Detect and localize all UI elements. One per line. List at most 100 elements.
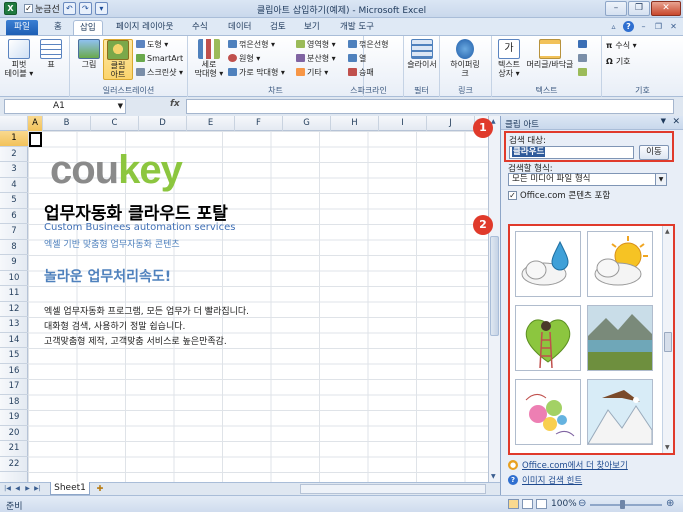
close-button[interactable]: ✕: [651, 1, 681, 16]
search-hint-link[interactable]: ? 이미지 검색 힌트: [508, 474, 582, 486]
zoom-in-icon[interactable]: ⊕: [666, 498, 674, 509]
clipart-cloud-sun[interactable]: [587, 231, 653, 297]
row-header[interactable]: 12: [0, 302, 28, 317]
row-header[interactable]: 20: [0, 426, 28, 441]
tab-review[interactable]: 검토: [264, 20, 292, 35]
header-footer-button[interactable]: 머리글/바닥글: [524, 39, 576, 69]
name-box-dropdown-icon[interactable]: ▼: [118, 100, 123, 113]
tab-insert[interactable]: 삽입: [73, 20, 103, 35]
pie-chart-button[interactable]: 원형 ▾: [228, 53, 260, 64]
picture-button[interactable]: 그림: [74, 39, 104, 69]
workbook-close-icon[interactable]: ✕: [668, 21, 679, 32]
sparkline-winloss-button[interactable]: 승패: [348, 67, 374, 78]
column-header[interactable]: C: [91, 116, 139, 131]
row-header[interactable]: 17: [0, 379, 28, 395]
object-button[interactable]: [578, 67, 589, 78]
other-chart-button[interactable]: 기타 ▾: [296, 67, 328, 78]
scatter-chart-button[interactable]: 분산형 ▾: [296, 53, 336, 64]
formula-input[interactable]: [186, 99, 674, 114]
hyperlink-button[interactable]: 하이퍼링크: [450, 39, 480, 78]
task-pane-options-icon[interactable]: ▼: [661, 117, 666, 125]
row-header[interactable]: 3: [0, 162, 28, 178]
scroll-thumb[interactable]: [664, 332, 672, 352]
last-sheet-icon[interactable]: ▶|: [33, 484, 42, 494]
column-header[interactable]: J: [427, 116, 475, 131]
workbook-minimize-icon[interactable]: –: [638, 21, 649, 32]
office-more-link[interactable]: ● Office.com에서 더 찾아보기: [508, 459, 628, 471]
select-all-corner[interactable]: [0, 116, 28, 131]
sheet-tab[interactable]: Sheet1: [50, 482, 90, 495]
row-header[interactable]: 6: [0, 209, 28, 224]
row-header[interactable]: 18: [0, 395, 28, 410]
zoom-slider-thumb[interactable]: [620, 500, 625, 509]
slicer-button[interactable]: 슬라이서: [407, 39, 437, 69]
include-office-checkbox[interactable]: ✓: [508, 190, 517, 200]
sparkline-column-button[interactable]: 열: [348, 53, 366, 64]
row-header[interactable]: 22: [0, 457, 28, 472]
row-header[interactable]: 10: [0, 271, 28, 286]
name-box[interactable]: A1 ▼: [4, 99, 126, 114]
tab-view[interactable]: 보기: [298, 20, 326, 35]
page-break-view-icon[interactable]: [536, 499, 547, 509]
minimize-button[interactable]: –: [605, 1, 627, 16]
scroll-down-icon[interactable]: ▼: [491, 473, 496, 480]
symbol-button[interactable]: Ω 기호: [606, 56, 631, 67]
column-header[interactable]: A: [28, 116, 43, 131]
row-header[interactable]: 14: [0, 333, 28, 348]
search-input[interactable]: 클라우드: [509, 146, 634, 159]
equation-button[interactable]: π 수식 ▾: [606, 40, 637, 51]
active-cell[interactable]: [29, 132, 42, 147]
bar-chart-button[interactable]: 가로 막대형 ▾: [228, 67, 285, 78]
signature-line-button[interactable]: [578, 53, 589, 64]
clipart-landscape-photo[interactable]: [587, 305, 653, 371]
ribbon-minimize-icon[interactable]: ▵: [608, 21, 619, 32]
insert-sheet-icon[interactable]: ✚: [93, 484, 107, 494]
row-header[interactable]: 5: [0, 193, 28, 209]
row-header[interactable]: 21: [0, 441, 28, 457]
page-layout-view-icon[interactable]: [522, 499, 533, 509]
row-header[interactable]: 4: [0, 178, 28, 193]
zoom-slider[interactable]: [590, 504, 662, 506]
tab-data[interactable]: 데이터: [222, 20, 257, 35]
task-pane-close-icon[interactable]: ✕: [672, 117, 680, 127]
result-type-select[interactable]: 모든 미디어 파일 형식 ▼: [508, 173, 667, 186]
horizontal-scrollbar[interactable]: [300, 484, 486, 494]
row-header[interactable]: 19: [0, 410, 28, 426]
column-header[interactable]: E: [187, 116, 235, 131]
vertical-scrollbar[interactable]: ▲ ▼: [488, 116, 500, 482]
tab-page-layout[interactable]: 페이지 레이아웃: [110, 20, 179, 35]
line-chart-button[interactable]: 꺾은선형 ▾: [228, 39, 275, 50]
row-header[interactable]: 13: [0, 317, 28, 333]
insert-function-button[interactable]: fx: [170, 99, 180, 109]
workbook-restore-icon[interactable]: ❐: [653, 21, 664, 32]
pivot-table-button[interactable]: 피벗 테이블 ▾: [4, 39, 34, 78]
scroll-up-icon[interactable]: ▲: [665, 228, 670, 235]
first-sheet-icon[interactable]: |◀: [3, 484, 12, 494]
zoom-level[interactable]: 100%: [551, 499, 577, 509]
textbox-button[interactable]: 가 텍스트 상자 ▾: [494, 39, 524, 78]
zoom-out-icon[interactable]: ⊖: [578, 498, 586, 509]
column-chart-button[interactable]: 세로 막대형 ▾: [194, 39, 224, 78]
area-chart-button[interactable]: 영역형 ▾: [296, 39, 336, 50]
clipart-bird-mountains[interactable]: [587, 379, 653, 445]
row-header[interactable]: 8: [0, 240, 28, 255]
wordart-button[interactable]: [578, 39, 589, 50]
clipart-heart-ladder[interactable]: [515, 305, 581, 371]
clipart-button[interactable]: 클립 아트: [103, 39, 133, 80]
screenshot-button[interactable]: 스크린샷 ▾: [136, 67, 183, 78]
next-sheet-icon[interactable]: ▶: [23, 484, 32, 494]
column-header[interactable]: B: [43, 116, 91, 131]
row-header[interactable]: 1: [0, 131, 28, 147]
tab-file[interactable]: 파일: [6, 20, 38, 35]
column-header[interactable]: H: [331, 116, 379, 131]
column-header[interactable]: I: [379, 116, 427, 131]
column-header[interactable]: F: [235, 116, 283, 131]
shapes-button[interactable]: 도형 ▾: [136, 39, 168, 50]
row-header[interactable]: 15: [0, 348, 28, 364]
row-header[interactable]: 16: [0, 364, 28, 379]
smartart-button[interactable]: SmartArt: [136, 53, 183, 64]
column-header[interactable]: D: [139, 116, 187, 131]
tab-developer[interactable]: 개발 도구: [334, 20, 380, 35]
chevron-down-icon[interactable]: ▼: [655, 174, 666, 185]
scroll-thumb[interactable]: [490, 236, 499, 336]
